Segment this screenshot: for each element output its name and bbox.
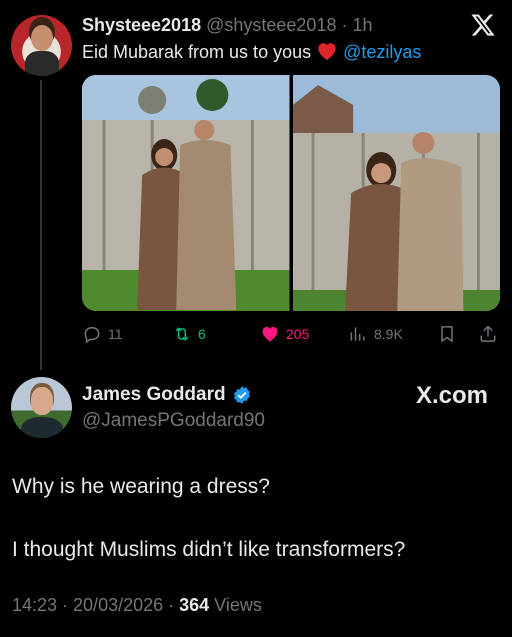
tweet-views-label: Views bbox=[209, 595, 262, 615]
views-button[interactable]: 8.9K bbox=[348, 322, 403, 346]
author-handle[interactable]: @JamesPGoddard90 bbox=[82, 410, 265, 432]
thread-connector-line bbox=[40, 80, 42, 370]
like-count: 205 bbox=[286, 326, 310, 342]
quoted-tweet-actions: 11 6 205 8.9K bbox=[82, 322, 500, 346]
like-button[interactable]: 205 bbox=[260, 322, 309, 346]
photo-1[interactable] bbox=[82, 75, 290, 311]
reply-button[interactable]: 11 bbox=[82, 322, 123, 346]
bookmark-button[interactable] bbox=[437, 322, 457, 346]
author-name[interactable]: James Goddard bbox=[82, 384, 226, 406]
reply-icon bbox=[84, 327, 100, 344]
share-icon bbox=[480, 325, 496, 342]
mention-link[interactable]: @tezilyas bbox=[343, 42, 421, 62]
share-button[interactable] bbox=[478, 322, 498, 346]
tweet-text-line-2: I thought Muslims didn’t like transforme… bbox=[12, 538, 406, 561]
tweet-timestamp[interactable]: 14:23 · 20/03/2026 · bbox=[12, 595, 179, 615]
tweet-meta: 14:23 · 20/03/2026 · 364 Views bbox=[12, 595, 262, 616]
quoted-author-avatar[interactable] bbox=[11, 15, 72, 76]
quoted-tweet-time[interactable]: 1h bbox=[353, 15, 373, 35]
avatar-body bbox=[25, 51, 59, 76]
views-count: 8.9K bbox=[374, 326, 403, 342]
photo-2[interactable] bbox=[292, 75, 500, 311]
bookmark-icon bbox=[441, 326, 453, 343]
x-logo-icon bbox=[471, 14, 495, 36]
avatar-body bbox=[21, 417, 63, 438]
repost-count: 6 bbox=[198, 326, 206, 342]
like-icon bbox=[262, 326, 278, 342]
x-com-watermark: X.com bbox=[415, 382, 488, 409]
avatar-face bbox=[31, 25, 53, 51]
tweet-views-count: 364 bbox=[179, 595, 210, 615]
tweet-media[interactable] bbox=[82, 75, 500, 311]
quoted-author-handle[interactable]: @shysteee2018 bbox=[206, 15, 336, 35]
quoted-author-name[interactable]: Shysteee2018 bbox=[82, 15, 201, 35]
author-avatar[interactable] bbox=[11, 377, 72, 438]
quoted-tweet-body: Eid Mubarak from us to yous bbox=[82, 42, 312, 62]
heart-emoji-icon bbox=[318, 43, 336, 61]
quoted-tweet-header: Shysteee2018 @shysteee2018 · 1h bbox=[82, 13, 373, 37]
photo-1-image bbox=[82, 75, 290, 311]
repost-icon bbox=[175, 327, 189, 341]
tweet-text-line-1: Why is he wearing a dress? bbox=[12, 475, 270, 498]
repost-button[interactable]: 6 bbox=[172, 322, 206, 346]
photo-2-image bbox=[292, 75, 500, 311]
views-icon bbox=[350, 327, 365, 341]
reply-count: 11 bbox=[108, 326, 123, 342]
author-name-row: James Goddard bbox=[82, 384, 252, 406]
avatar-face bbox=[31, 387, 53, 415]
header-separator: · bbox=[341, 15, 348, 35]
quoted-tweet-text: Eid Mubarak from us to yous @tezilyas bbox=[82, 40, 421, 64]
verified-badge-icon bbox=[233, 386, 250, 404]
